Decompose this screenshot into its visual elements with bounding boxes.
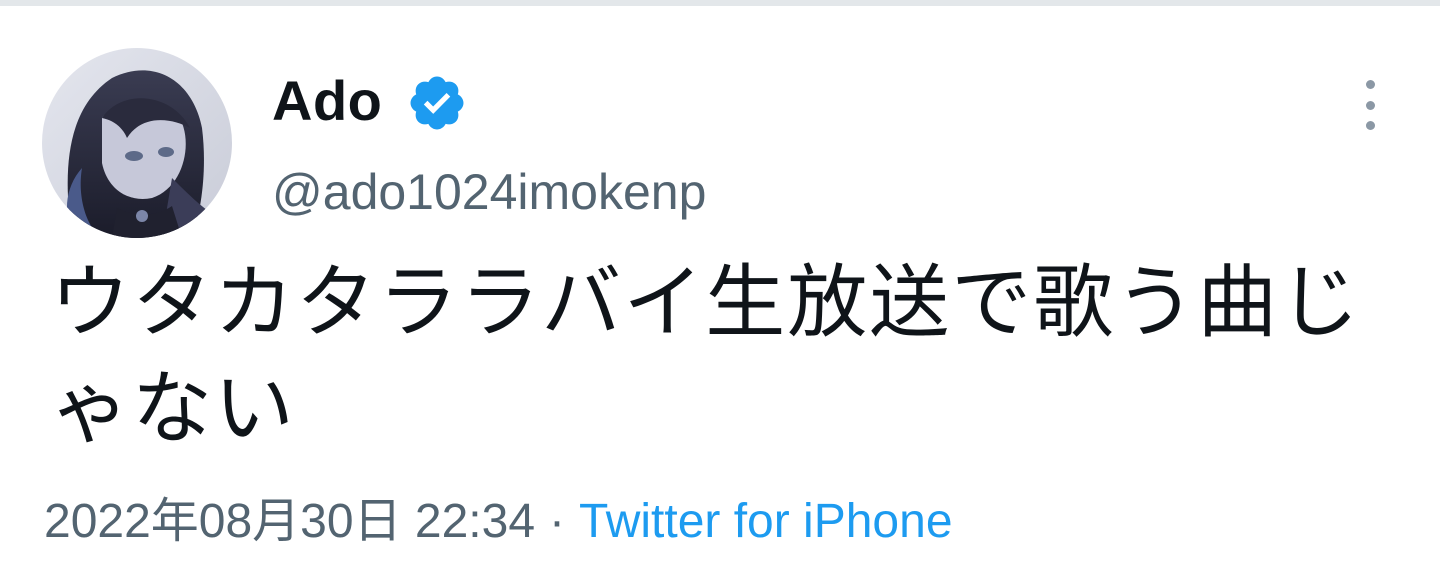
more-options-button[interactable] [1350, 80, 1390, 130]
tweet-timestamp[interactable]: 2022年08月30日 22:34 [44, 495, 535, 548]
display-name[interactable]: Ado [272, 66, 382, 136]
meta-separator: · [549, 495, 566, 548]
tweet-text: ウタカタララバイ生放送で歌う曲じゃない [50, 256, 1362, 455]
avatar-illustration [42, 48, 232, 238]
more-vertical-icon [1365, 80, 1375, 89]
verified-badge-icon [410, 76, 464, 130]
tweet-meta: 2022年08月30日 22:34 · Twitter for iPhone [44, 490, 953, 554]
top-divider [0, 0, 1440, 6]
user-handle[interactable]: @ado1024imokenp [272, 160, 706, 224]
avatar[interactable] [42, 48, 232, 238]
tweet-source-link[interactable]: Twitter for iPhone [579, 495, 953, 548]
more-vertical-icon-dot [1365, 121, 1375, 130]
more-vertical-icon-dot [1365, 100, 1375, 110]
